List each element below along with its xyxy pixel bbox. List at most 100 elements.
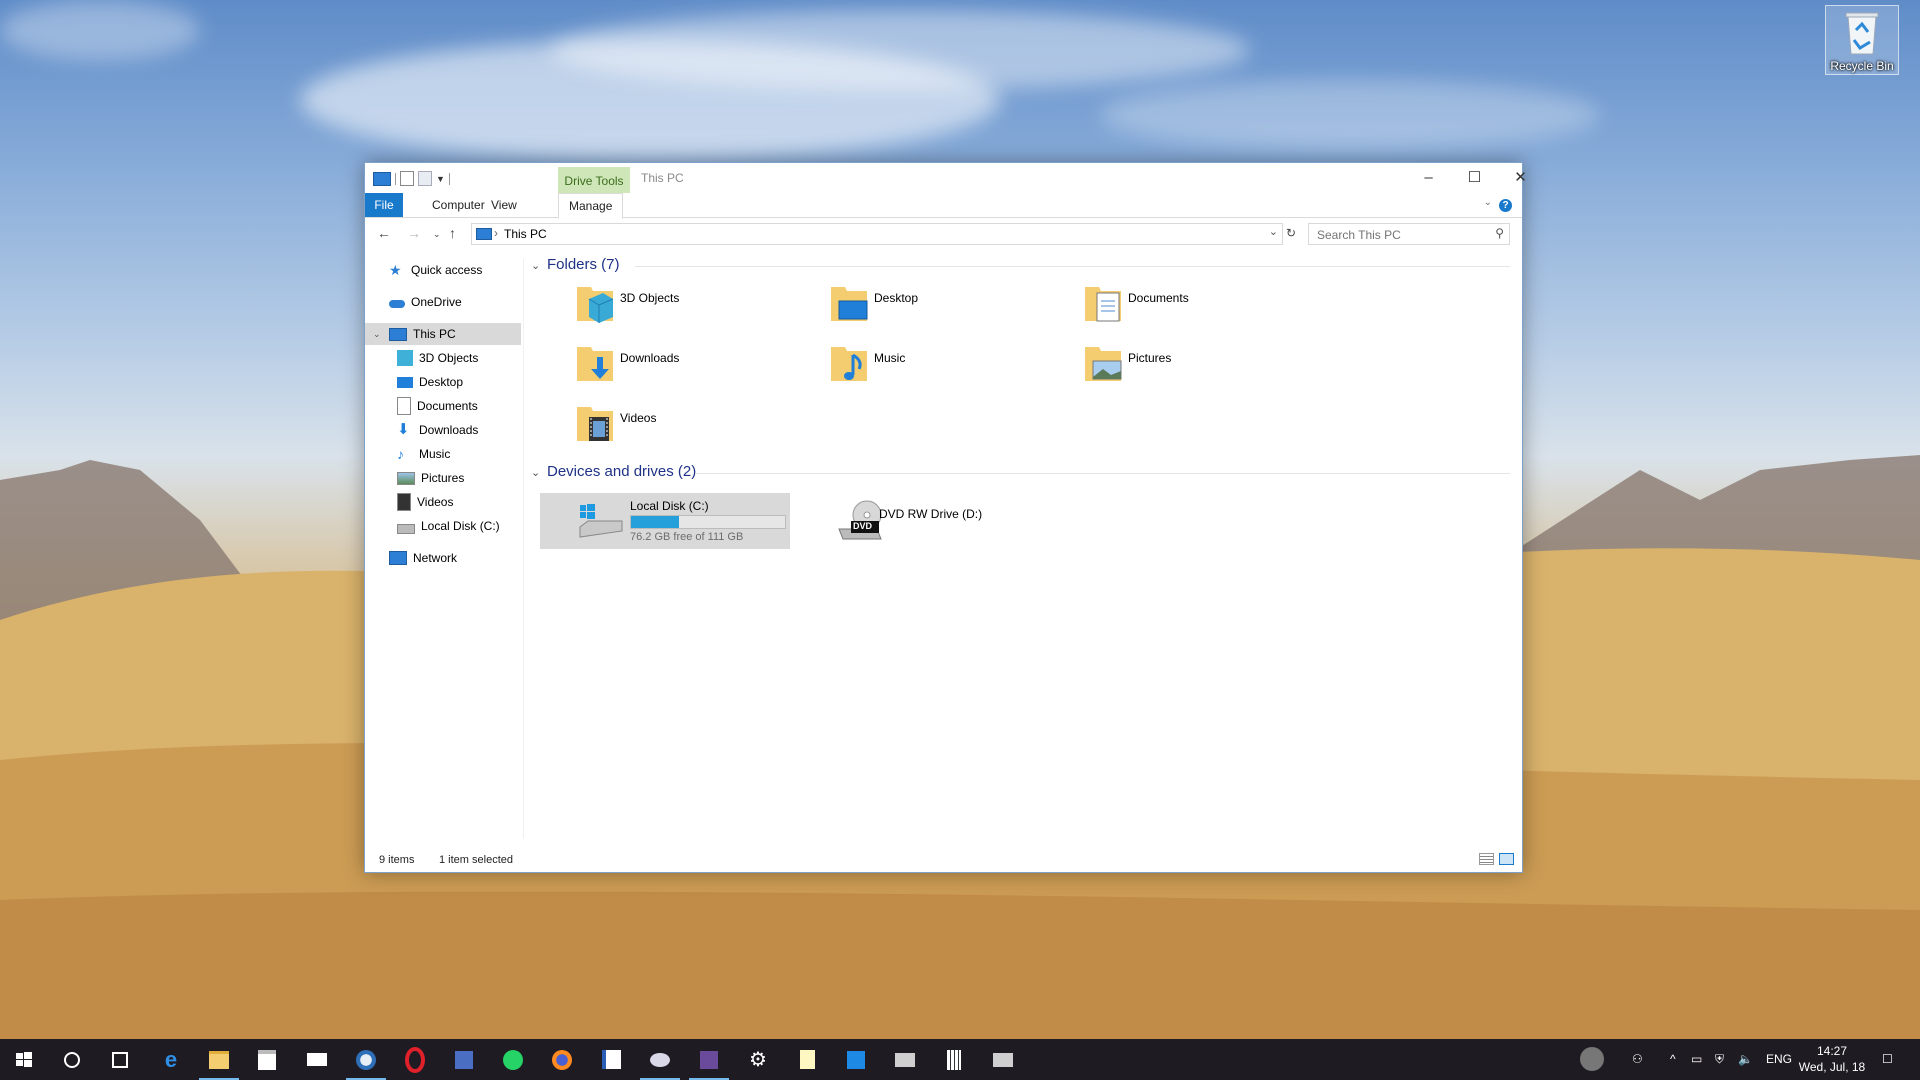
chevron-down-icon[interactable]: ⌄ [531,466,540,479]
folder-desktop[interactable]: Desktop [829,281,1069,327]
tab-view[interactable]: View [481,193,527,217]
taskbar-app[interactable] [685,1039,733,1080]
search-icon [64,1051,80,1068]
taskbar-notes[interactable] [783,1039,831,1080]
nav-item-onedrive[interactable]: OneDrive [365,291,545,313]
notification-icon[interactable]: ☐ [1882,1039,1893,1080]
clock[interactable]: 14:27 Wed, Jul, 18 [1792,1043,1872,1075]
status-bar: 9 items 1 item selected [365,849,1522,871]
taskbar-whatsapp[interactable] [489,1039,537,1080]
navigation-pane: ★ Quick access OneDrive ⌄ This PC 3D Obj… [365,259,523,819]
chevron-down-icon[interactable]: ⌄ [373,329,389,340]
expand-ribbon-icon[interactable]: ⌄ [1484,197,1492,208]
download-icon [577,347,613,381]
properties-icon[interactable] [400,171,414,186]
tab-file[interactable]: File [365,193,403,217]
breadcrumb[interactable]: This PC [504,227,547,241]
tab-manage[interactable]: Manage [558,193,624,219]
drive-local-disk[interactable]: Local Disk (C:) 76.2 GB free of 111 GB [540,493,790,549]
divider [695,473,1510,474]
details-view-icon[interactable] [1479,853,1494,865]
defender-icon[interactable]: ⛨ [1715,1039,1724,1080]
taskbar-file-explorer[interactable] [195,1039,243,1080]
refresh-icon[interactable]: ↻ [1286,226,1296,240]
up-icon[interactable]: ↑ [449,225,456,241]
folder-music[interactable]: Music [829,341,1069,387]
folders-group-header[interactable]: Folders (7) [547,256,620,273]
navigation-bar: ← → ⌄ ↑ › This PC ⌄ ↻ ⚲ [365,218,1522,250]
maximize-button[interactable]: ☐ [1452,163,1497,193]
edge-icon: e [164,1046,178,1072]
taskbar-app[interactable] [440,1039,488,1080]
drive-dvd[interactable]: DVD DVD RW Drive (D:) [829,493,1029,549]
close-button[interactable]: ✕ [1498,163,1543,193]
app-icon [993,1052,1013,1067]
minimize-button[interactable]: – [1406,163,1451,193]
desktop-icon [397,376,413,388]
nav-item-quick-access[interactable]: ★ Quick access [365,259,545,281]
calculator-icon [947,1049,961,1070]
windows-icon [16,1051,32,1067]
address-dropdown-icon[interactable]: ⌄ [1269,225,1278,238]
taskbar-mail[interactable] [293,1039,341,1080]
taskbar-store[interactable] [243,1039,291,1080]
folder-documents[interactable]: Documents [1083,281,1323,327]
drive-label: Local Disk (C:) [630,499,709,513]
forward-icon[interactable]: → [407,225,421,241]
taskbar-app[interactable] [881,1039,929,1080]
back-icon[interactable]: ← [377,225,391,241]
recycle-bin[interactable]: Recycle Bin [1825,5,1899,75]
notes-icon [799,1050,815,1069]
show-hidden-icons-icon[interactable]: ^ [1670,1039,1676,1080]
search-button[interactable] [48,1039,96,1080]
volume-icon[interactable]: 🔈 [1738,1039,1753,1080]
taskbar-app[interactable] [832,1039,880,1080]
computer-icon [389,327,407,341]
taskbar-thunderbird[interactable] [342,1039,390,1080]
drive-label: DVD RW Drive (D:) [879,507,983,521]
start-button[interactable] [0,1039,48,1080]
drive-usage-bar [630,515,786,529]
app-icon [455,1050,473,1069]
app-icon [895,1052,915,1067]
taskbar-firefox[interactable] [538,1039,586,1080]
drive-free-space: 76.2 GB free of 111 GB [630,531,744,543]
taskbar-app[interactable] [636,1039,684,1080]
taskbar: e ⚙ ⚇ ^ ▭ ⛨ 🔈 ENG 14:27 Wed, Jul, 18 ☐ [0,1039,1920,1080]
help-icon[interactable]: ? [1499,199,1512,212]
nav-item-network[interactable]: Network [365,547,545,569]
nav-item-this-pc[interactable]: ⌄ This PC [365,323,521,345]
new-folder-icon[interactable] [418,171,432,186]
folder-videos[interactable]: Videos [575,401,815,447]
language-indicator[interactable]: ENG [1766,1039,1792,1080]
taskbar-edge[interactable]: e [147,1039,195,1080]
mail-icon [307,1053,327,1066]
address-bar[interactable]: › This PC ⌄ [471,223,1283,245]
chevron-down-icon[interactable]: ⌄ [531,259,540,272]
taskbar-calculator[interactable] [930,1039,978,1080]
task-view-button[interactable] [96,1039,144,1080]
large-icons-view-icon[interactable] [1499,853,1514,865]
recent-locations-icon[interactable]: ⌄ [433,229,441,240]
folder-pictures[interactable]: Pictures [1083,341,1323,387]
drive-tools-context-tab: Drive Tools [558,167,630,193]
folder-3d-objects[interactable]: 3D Objects [575,281,815,327]
computer-icon[interactable] [373,171,391,186]
taskbar-opera[interactable] [391,1039,439,1080]
search-box[interactable]: ⚲ [1308,223,1510,245]
network-tray-icon[interactable]: ▭ [1691,1039,1702,1080]
music-icon: ♪ [397,446,404,462]
drives-group-header[interactable]: Devices and drives (2) [547,463,696,480]
document-icon [1085,287,1121,322]
folder-downloads[interactable]: Downloads [575,341,815,387]
separator [448,172,450,185]
people-avatar[interactable] [1580,1047,1604,1071]
search-input[interactable] [1315,226,1489,244]
taskbar-app[interactable] [979,1039,1027,1080]
taskbar-settings[interactable]: ⚙ [734,1039,782,1080]
customize-toolbar-icon[interactable]: ▼ [436,174,445,184]
taskbar-docs[interactable] [587,1039,635,1080]
cloud-icon [389,300,405,308]
search-icon[interactable]: ⚲ [1495,226,1504,240]
people-icon[interactable]: ⚇ [1632,1039,1643,1080]
